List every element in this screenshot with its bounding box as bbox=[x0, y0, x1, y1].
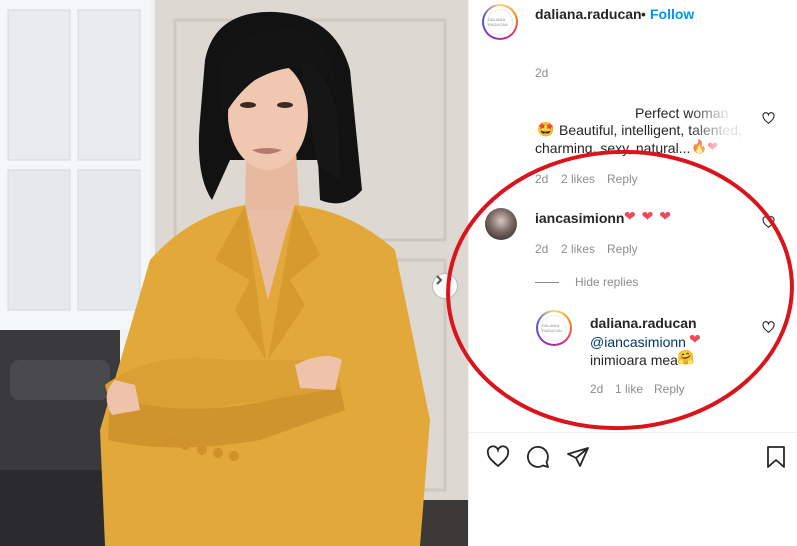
comment-icon[interactable] bbox=[526, 445, 550, 469]
commenter-avatar[interactable] bbox=[485, 208, 517, 240]
reply-author-avatar[interactable]: DALIANA RADUCAN bbox=[536, 310, 572, 346]
reply-likes[interactable]: 1 like bbox=[615, 382, 643, 396]
heart-icon[interactable] bbox=[485, 445, 511, 469]
smile-emoji-icon: 🤗 bbox=[677, 349, 695, 365]
heart-emoji-icon: ❤ bbox=[689, 331, 701, 347]
post-header: DALIANA RADUCAN daliana.raducan • Follow bbox=[469, 0, 797, 54]
carousel-next-button[interactable] bbox=[432, 273, 458, 299]
separator-dot: • bbox=[641, 6, 646, 22]
bookmark-icon[interactable] bbox=[765, 445, 787, 469]
follow-button[interactable]: Follow bbox=[650, 6, 694, 22]
comment-likes[interactable]: 2 likes bbox=[561, 172, 595, 186]
starstruck-emoji-icon: 🤩 bbox=[537, 121, 555, 137]
post-sidebar: DALIANA RADUCAN daliana.raducan • Follow… bbox=[468, 0, 797, 546]
hide-replies-button[interactable]: Hide replies bbox=[575, 275, 638, 289]
reply-time: 2d bbox=[590, 382, 604, 396]
chevron-right-icon bbox=[436, 275, 443, 285]
send-icon[interactable] bbox=[566, 445, 590, 469]
commenter-username[interactable]: iancasimionn bbox=[535, 210, 624, 226]
overflow-fade bbox=[689, 100, 749, 160]
post-photo bbox=[0, 0, 468, 546]
comment-likes[interactable]: 2 likes bbox=[561, 242, 595, 256]
reply-reply-button[interactable]: Reply bbox=[654, 382, 685, 396]
comment-time: 2d bbox=[535, 242, 549, 256]
comment-like-heart-icon[interactable] bbox=[762, 112, 775, 125]
hide-replies-divider bbox=[535, 282, 559, 283]
reply-mention-link[interactable]: @iancasimionn bbox=[590, 333, 686, 351]
author-username[interactable]: daliana.raducan bbox=[535, 6, 642, 22]
caption-timestamp: 2d bbox=[535, 66, 549, 80]
comment-like-heart-icon[interactable] bbox=[762, 216, 775, 229]
hearts-emoji-icon: ❤ ❤ ❤ bbox=[624, 208, 672, 224]
comment-reply-button[interactable]: Reply bbox=[607, 172, 638, 186]
reply-username[interactable]: daliana.raducan bbox=[590, 315, 697, 331]
reply-text: inimioara mea bbox=[590, 352, 678, 368]
comment-text-line3: charming, sexy, natural... bbox=[535, 140, 691, 156]
comment-time: 2d bbox=[535, 172, 549, 186]
comment-reply-button[interactable]: Reply bbox=[607, 242, 638, 256]
woman-in-yellow-blazer-image bbox=[0, 0, 468, 546]
comment-like-heart-icon[interactable] bbox=[762, 321, 775, 334]
author-avatar[interactable]: DALIANA RADUCAN bbox=[482, 4, 518, 40]
post-action-bar bbox=[469, 432, 797, 481]
